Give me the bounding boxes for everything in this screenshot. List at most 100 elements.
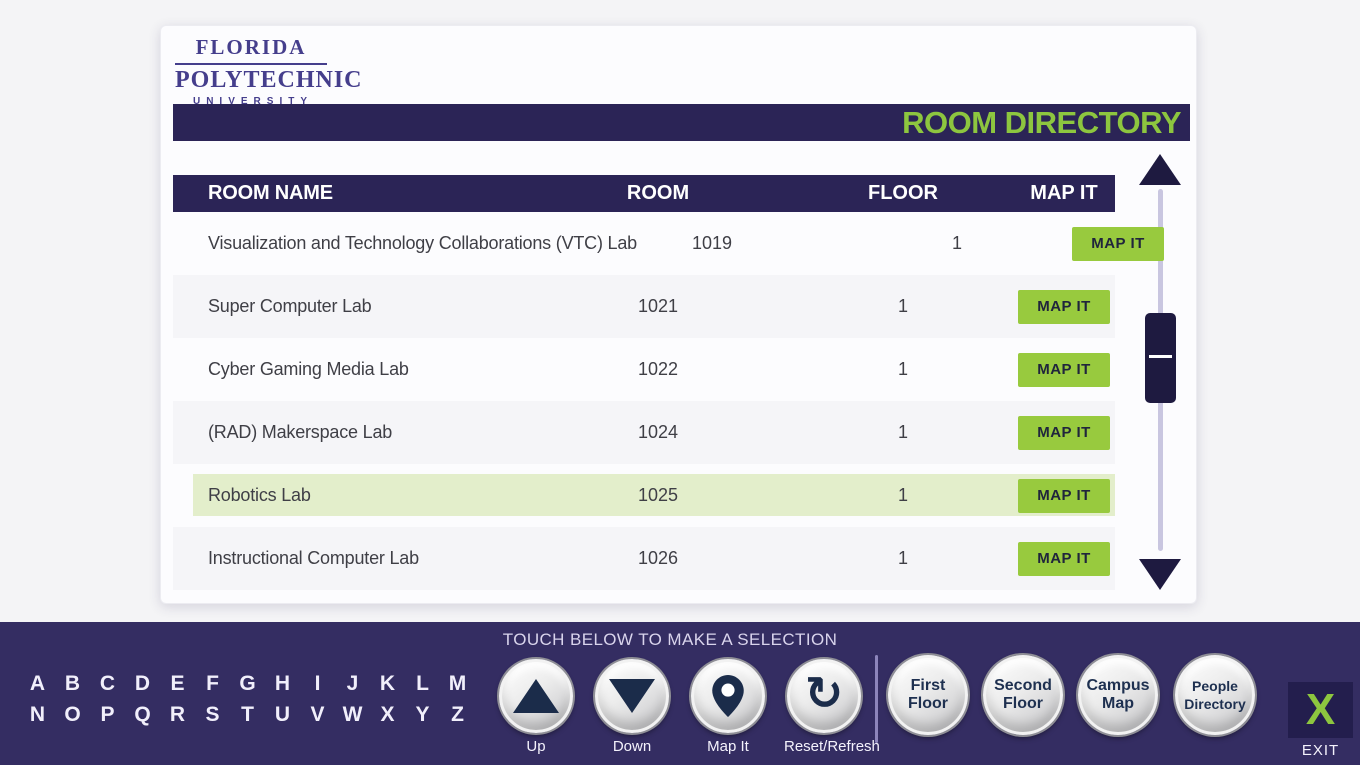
table-row-vtc-lab[interactable]: Visualization and Technology Collaborati… — [173, 212, 1115, 275]
map-it-footer-label: Map It — [688, 738, 768, 755]
letter-key-b[interactable]: B — [65, 672, 80, 696]
table-row-super-computer-lab[interactable]: Super Computer Lab 1021 1 MAP IT — [173, 275, 1115, 338]
logo-line-florida: FLORIDA — [175, 35, 327, 65]
logo-line-polytechnic: POLYTECHNIC — [175, 67, 327, 94]
footer-divider — [875, 655, 878, 743]
campus-map-button[interactable]: Campus Map — [1078, 655, 1158, 735]
first-floor-label-line1: First — [911, 677, 946, 695]
letter-key-h[interactable]: H — [275, 672, 290, 696]
letter-key-i[interactable]: I — [315, 672, 321, 696]
room-number: 1022 — [583, 359, 733, 380]
room-name: Super Computer Lab — [173, 296, 583, 317]
up-button[interactable]: Up — [496, 659, 576, 755]
second-floor-label-line2: Floor — [1003, 695, 1043, 713]
map-it-button[interactable]: MAP IT — [1072, 227, 1164, 261]
column-header-room: ROOM — [583, 182, 733, 205]
map-it-button[interactable]: MAP IT — [1018, 479, 1110, 513]
table-row-rad-makerspace-lab[interactable]: (RAD) Makerspace Lab 1024 1 MAP IT — [173, 401, 1115, 464]
room-number: 1019 — [637, 233, 787, 254]
room-number: 1025 — [583, 485, 733, 506]
letter-key-z[interactable]: Z — [451, 703, 464, 727]
letter-key-f[interactable]: F — [206, 672, 219, 696]
map-it-button[interactable]: MAP IT — [1018, 290, 1110, 324]
page-title: ROOM DIRECTORY — [902, 107, 1181, 138]
exit-x-icon: X — [1306, 688, 1335, 732]
down-triangle-icon — [609, 679, 655, 713]
down-button-label: Down — [592, 738, 672, 755]
people-directory-button[interactable]: People Directory — [1175, 655, 1255, 735]
letter-key-v[interactable]: V — [310, 703, 324, 727]
letter-key-c[interactable]: C — [100, 672, 115, 696]
reset-refresh-button[interactable]: ↻ Reset/Refresh — [784, 659, 864, 755]
letter-key-y[interactable]: Y — [415, 703, 429, 727]
table-row-robotics-lab-selected[interactable]: Robotics Lab 1025 1 MAP IT — [173, 464, 1115, 527]
room-number: 1026 — [583, 548, 733, 569]
letter-key-t[interactable]: T — [241, 703, 254, 727]
letter-key-w[interactable]: W — [343, 703, 363, 727]
up-button-label: Up — [496, 738, 576, 755]
scrollbar-thumb[interactable] — [1145, 313, 1176, 403]
map-it-button[interactable]: MAP IT — [1018, 416, 1110, 450]
letter-key-n[interactable]: N — [30, 703, 45, 727]
letter-key-l[interactable]: L — [416, 672, 429, 696]
room-name: (RAD) Makerspace Lab — [173, 422, 583, 443]
table-row-instructional-computer-lab[interactable]: Instructional Computer Lab 1026 1 MAP IT — [173, 527, 1115, 590]
alphabet-keypad: A B C D E F G H I J K L M N O P Q R S T … — [20, 672, 475, 727]
reset-refresh-label: Reset/Refresh — [784, 738, 864, 755]
room-name: Robotics Lab — [173, 485, 583, 506]
floor-number: 1 — [898, 485, 908, 506]
first-floor-button[interactable]: First Floor — [888, 655, 968, 735]
column-header-floor: FLOOR — [868, 182, 938, 205]
table-header: ROOM NAME ROOM FLOOR MAP IT — [173, 175, 1115, 212]
table-row-cyber-gaming-media-lab[interactable]: Cyber Gaming Media Lab 1022 1 MAP IT — [173, 338, 1115, 401]
campus-map-label-line1: Campus — [1086, 677, 1149, 695]
directory-panel: FLORIDA POLYTECHNIC UNIVERSITY ROOM DIRE… — [160, 25, 1197, 604]
kiosk-screen: FLORIDA POLYTECHNIC UNIVERSITY ROOM DIRE… — [0, 0, 1360, 765]
refresh-icon: ↻ — [805, 670, 844, 716]
letter-key-d[interactable]: D — [135, 672, 150, 696]
letter-key-s[interactable]: S — [205, 703, 219, 727]
letter-key-j[interactable]: J — [347, 672, 359, 696]
scroll-up-arrow-icon[interactable] — [1139, 154, 1181, 185]
exit-button[interactable]: X EXIT — [1288, 682, 1353, 759]
letter-key-x[interactable]: X — [380, 703, 394, 727]
room-table: Visualization and Technology Collaborati… — [173, 212, 1115, 590]
map-pin-icon — [712, 675, 744, 717]
map-it-button[interactable]: MAP IT — [1018, 353, 1110, 387]
letter-key-m[interactable]: M — [449, 672, 467, 696]
map-it-footer-button[interactable]: Map It — [688, 659, 768, 755]
letter-key-p[interactable]: P — [100, 703, 114, 727]
map-it-button[interactable]: MAP IT — [1018, 542, 1110, 576]
column-header-map-it: MAP IT — [1013, 182, 1115, 205]
exit-label: EXIT — [1288, 742, 1353, 759]
letter-key-a[interactable]: A — [30, 672, 45, 696]
room-name: Cyber Gaming Media Lab — [173, 359, 583, 380]
floor-number: 1 — [898, 548, 908, 569]
floor-number: 1 — [898, 359, 908, 380]
room-name: Instructional Computer Lab — [173, 548, 583, 569]
second-floor-button[interactable]: Second Floor — [983, 655, 1063, 735]
letter-key-e[interactable]: E — [170, 672, 184, 696]
touch-prompt: TOUCH BELOW TO MAKE A SELECTION — [0, 630, 1340, 650]
letter-key-g[interactable]: G — [239, 672, 255, 696]
floor-number: 1 — [898, 422, 908, 443]
control-bar: TOUCH BELOW TO MAKE A SELECTION A B C D … — [0, 622, 1360, 765]
letter-key-r[interactable]: R — [170, 703, 185, 727]
floor-number: 1 — [952, 233, 962, 254]
column-header-room-name: ROOM NAME — [173, 182, 583, 205]
letter-key-k[interactable]: K — [380, 672, 395, 696]
first-floor-label-line2: Floor — [908, 695, 948, 713]
scroll-down-arrow-icon[interactable] — [1139, 559, 1181, 590]
people-directory-label-line1: People — [1192, 677, 1238, 695]
room-number: 1021 — [583, 296, 733, 317]
room-name: Visualization and Technology Collaborati… — [173, 233, 637, 254]
campus-map-label-line2: Map — [1102, 695, 1134, 713]
letter-key-o[interactable]: O — [64, 703, 80, 727]
letter-key-q[interactable]: Q — [134, 703, 150, 727]
floor-number: 1 — [898, 296, 908, 317]
letter-key-u[interactable]: U — [275, 703, 290, 727]
people-directory-label-line2: Directory — [1184, 695, 1245, 713]
university-logo: FLORIDA POLYTECHNIC UNIVERSITY — [175, 35, 327, 107]
second-floor-label-line1: Second — [994, 677, 1052, 695]
down-button[interactable]: Down — [592, 659, 672, 755]
